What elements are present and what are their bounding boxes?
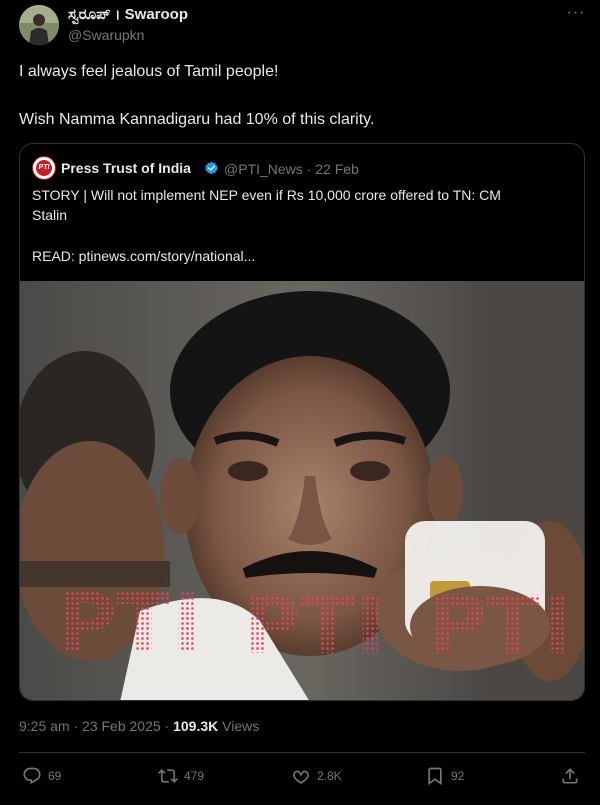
tweet-meta: 9:25 am · 23 Feb 2025 · 109.3K Views — [19, 718, 259, 734]
retweet-icon — [158, 769, 178, 783]
quoted-text-line1: STORY | Will not implement NEP even if R… — [32, 187, 501, 203]
bookmark-icon — [428, 767, 442, 786]
quoted-author-avatar[interactable]: PTI — [32, 156, 56, 180]
quoted-photo[interactable]: PTI PTI PTI — [20, 281, 585, 701]
watermark-1: PTI — [58, 577, 201, 670]
watermark-2: PTI — [242, 579, 385, 672]
retweet-button[interactable]: 479 — [158, 766, 204, 786]
tweet-text-line2: Wish Namma Kannadigaru had 10% of this c… — [19, 111, 375, 128]
author-name[interactable]: ಸ್ವರೂಪ್ । Swaroop — [68, 6, 188, 23]
tweet-text-line1: I always feel jealous of Tamil people! — [19, 63, 279, 80]
quoted-link-text[interactable]: READ: ptinews.com/story/national... — [32, 247, 255, 265]
watermark-3: PTI — [428, 579, 571, 672]
avatar[interactable] — [19, 5, 59, 45]
share-icon — [562, 768, 578, 784]
like-count: 2.8K — [317, 769, 342, 783]
quoted-text-line2: Stalin — [32, 207, 68, 223]
heart-icon — [293, 770, 309, 784]
pti-logo-text: PTI — [36, 160, 52, 176]
tweet-post: ಸ್ವರೂಪ್ । Swaroop @Swarupkn ··· I always… — [0, 0, 600, 805]
reply-button[interactable]: 69 — [22, 766, 61, 786]
share-button[interactable] — [560, 766, 580, 786]
divider — [19, 752, 585, 753]
views-count: 109.3K — [173, 718, 219, 734]
bookmark-button[interactable]: 92 — [425, 766, 464, 786]
reply-count: 69 — [48, 769, 62, 783]
views-label: Views — [218, 718, 260, 734]
reply-icon — [23, 767, 41, 785]
quoted-tweet-card[interactable]: PTI Press Trust of India @PTI_News · 22 … — [19, 143, 585, 701]
retweet-count: 479 — [184, 769, 205, 783]
timestamp[interactable]: 9:25 am · 23 Feb 2025 · — [19, 718, 173, 734]
quoted-handle-date: @PTI_News · 22 Feb — [224, 161, 359, 177]
bookmark-count: 92 — [451, 769, 465, 783]
more-options-icon[interactable]: ··· — [565, 5, 587, 24]
like-button[interactable]: 2.8K — [291, 766, 342, 786]
quoted-author-name[interactable]: Press Trust of India — [61, 160, 191, 176]
author-handle[interactable]: @Swarupkn — [68, 27, 144, 43]
verified-badge-icon — [205, 161, 218, 175]
